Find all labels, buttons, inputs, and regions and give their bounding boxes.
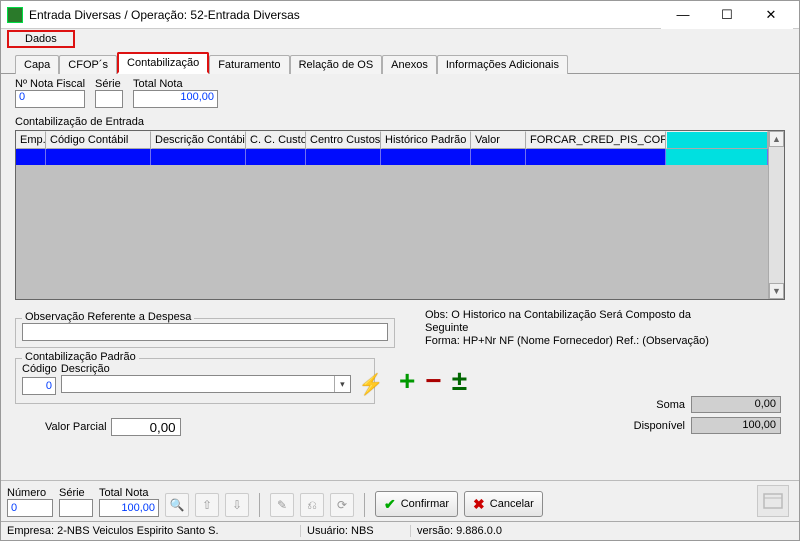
tool-2-icon[interactable]: ⎌ bbox=[300, 493, 324, 517]
grid-caption: Contabilização de Entrada bbox=[15, 116, 785, 128]
nav-up-icon[interactable]: ⇧ bbox=[195, 493, 219, 517]
remove-button[interactable]: − bbox=[425, 365, 441, 397]
maximize-button[interactable]: ☐ bbox=[705, 1, 749, 29]
codigo-input[interactable] bbox=[22, 377, 56, 395]
bolt-icon[interactable]: ⚡ bbox=[359, 372, 384, 397]
grid-body[interactable] bbox=[16, 149, 768, 299]
module-icon[interactable] bbox=[757, 485, 789, 517]
contapad-legend: Contabilização Padrão bbox=[22, 351, 139, 363]
tab-cfops[interactable]: CFOP´s bbox=[59, 55, 117, 74]
menu-dados[interactable]: Dados bbox=[7, 30, 75, 48]
col-blank bbox=[666, 131, 768, 149]
titlebar: Entrada Diversas / Operação: 52-Entrada … bbox=[1, 1, 799, 29]
soma-label: Soma bbox=[656, 399, 685, 411]
tab-faturamento[interactable]: Faturamento bbox=[209, 55, 289, 74]
obs-legend: Observação Referente a Despesa bbox=[22, 311, 194, 323]
bb-serie-input[interactable] bbox=[59, 499, 93, 517]
window-title: Entrada Diversas / Operação: 52-Entrada … bbox=[29, 8, 661, 22]
app-window: Entrada Diversas / Operação: 52-Entrada … bbox=[0, 0, 800, 541]
chevron-down-icon[interactable]: ▾ bbox=[334, 376, 350, 392]
menubar: Dados bbox=[1, 29, 799, 49]
app-icon bbox=[7, 7, 23, 23]
serie-label: Série bbox=[95, 78, 123, 90]
valor-parcial-input[interactable] bbox=[111, 418, 181, 436]
grid-header: Emp. Código Contábil Descrição Contábil … bbox=[16, 131, 768, 149]
minimize-button[interactable]: — bbox=[661, 1, 705, 29]
check-icon: ✔ bbox=[384, 496, 396, 513]
col-historico-padrao[interactable]: Histórico Padrão bbox=[381, 131, 471, 149]
plusminus-button[interactable]: ± bbox=[452, 365, 467, 397]
confirmar-button[interactable]: ✔ Confirmar bbox=[375, 491, 458, 517]
nav-down-icon[interactable]: ⇩ bbox=[225, 493, 249, 517]
col-cc-custo[interactable]: C. C. Custo bbox=[246, 131, 306, 149]
add-button[interactable]: + bbox=[399, 365, 415, 397]
bb-numero-label: Número bbox=[7, 487, 53, 499]
bb-numero-input[interactable] bbox=[7, 499, 53, 517]
obs-note: Obs: O Historico na Contabilização Será … bbox=[425, 309, 725, 349]
close-button[interactable]: ✕ bbox=[749, 1, 793, 29]
tab-info-adicionais[interactable]: Informações Adicionais bbox=[437, 55, 568, 74]
tab-anexos[interactable]: Anexos bbox=[382, 55, 437, 74]
disponivel-value: 100,00 bbox=[691, 417, 781, 434]
nav-search-icon[interactable]: 🔍 bbox=[165, 493, 189, 517]
col-emp[interactable]: Emp. bbox=[16, 131, 46, 149]
col-forcar[interactable]: FORCAR_CRED_PIS_COFINS bbox=[526, 131, 666, 149]
obs-input[interactable] bbox=[22, 323, 388, 341]
bb-totalnota-input[interactable] bbox=[99, 499, 159, 517]
cancelar-button[interactable]: ✖ Cancelar bbox=[464, 491, 543, 517]
descricao-label: Descrição bbox=[61, 363, 351, 375]
tab-contabilizacao[interactable]: Contabilização bbox=[117, 52, 209, 74]
grid-scrollbar[interactable]: ▲ ▼ bbox=[768, 131, 784, 299]
status-empresa: Empresa: 2-NBS Veiculos Espirito Santo S… bbox=[1, 525, 301, 537]
serie-value bbox=[95, 90, 123, 108]
contab-padrao-group: Contabilização Padrão Código Descrição ▾… bbox=[15, 358, 375, 404]
totals-panel: Soma 0,00 Disponível 100,00 bbox=[634, 396, 781, 438]
status-usuario: Usuário: NBS bbox=[301, 525, 411, 537]
statusbar: Empresa: 2-NBS Veiculos Espirito Santo S… bbox=[1, 521, 799, 540]
codigo-label: Código bbox=[22, 363, 57, 375]
descricao-combo[interactable]: ▾ bbox=[61, 375, 351, 393]
obs-group: Observação Referente a Despesa bbox=[15, 318, 395, 348]
grid-row[interactable] bbox=[16, 149, 768, 165]
tab-relacao-os[interactable]: Relação de OS bbox=[290, 55, 383, 74]
nf-label: Nº Nota Fiscal bbox=[15, 78, 85, 90]
disponivel-label: Disponível bbox=[634, 420, 685, 432]
status-versao: versão: 9.886.0.0 bbox=[411, 525, 799, 537]
bottom-toolbar: Número Série Total Nota 🔍 ⇧ ⇩ ✎ ⎌ ⟳ ✔ Co… bbox=[1, 480, 799, 521]
tabs: Capa CFOP´s Contabilização Faturamento R… bbox=[1, 49, 799, 74]
col-centro-custos[interactable]: Centro Custos bbox=[306, 131, 381, 149]
bb-serie-label: Série bbox=[59, 487, 93, 499]
bb-totalnota-label: Total Nota bbox=[99, 487, 159, 499]
nf-value: 0 bbox=[15, 90, 85, 108]
soma-value: 0,00 bbox=[691, 396, 781, 413]
col-codigo-contabil[interactable]: Código Contábil bbox=[46, 131, 151, 149]
col-descricao-contabil[interactable]: Descrição Contábil bbox=[151, 131, 246, 149]
x-icon: ✖ bbox=[473, 496, 485, 513]
valor-parcial-label: Valor Parcial bbox=[45, 421, 107, 433]
scroll-down-icon[interactable]: ▼ bbox=[769, 283, 784, 299]
tool-1-icon[interactable]: ✎ bbox=[270, 493, 294, 517]
tab-capa[interactable]: Capa bbox=[15, 55, 59, 74]
scroll-up-icon[interactable]: ▲ bbox=[769, 131, 784, 147]
totalnota-value: 100,00 bbox=[133, 90, 218, 108]
col-valor[interactable]: Valor bbox=[471, 131, 526, 149]
contab-grid[interactable]: Emp. Código Contábil Descrição Contábil … bbox=[15, 130, 785, 300]
tool-3-icon[interactable]: ⟳ bbox=[330, 493, 354, 517]
totalnota-label: Total Nota bbox=[133, 78, 218, 90]
